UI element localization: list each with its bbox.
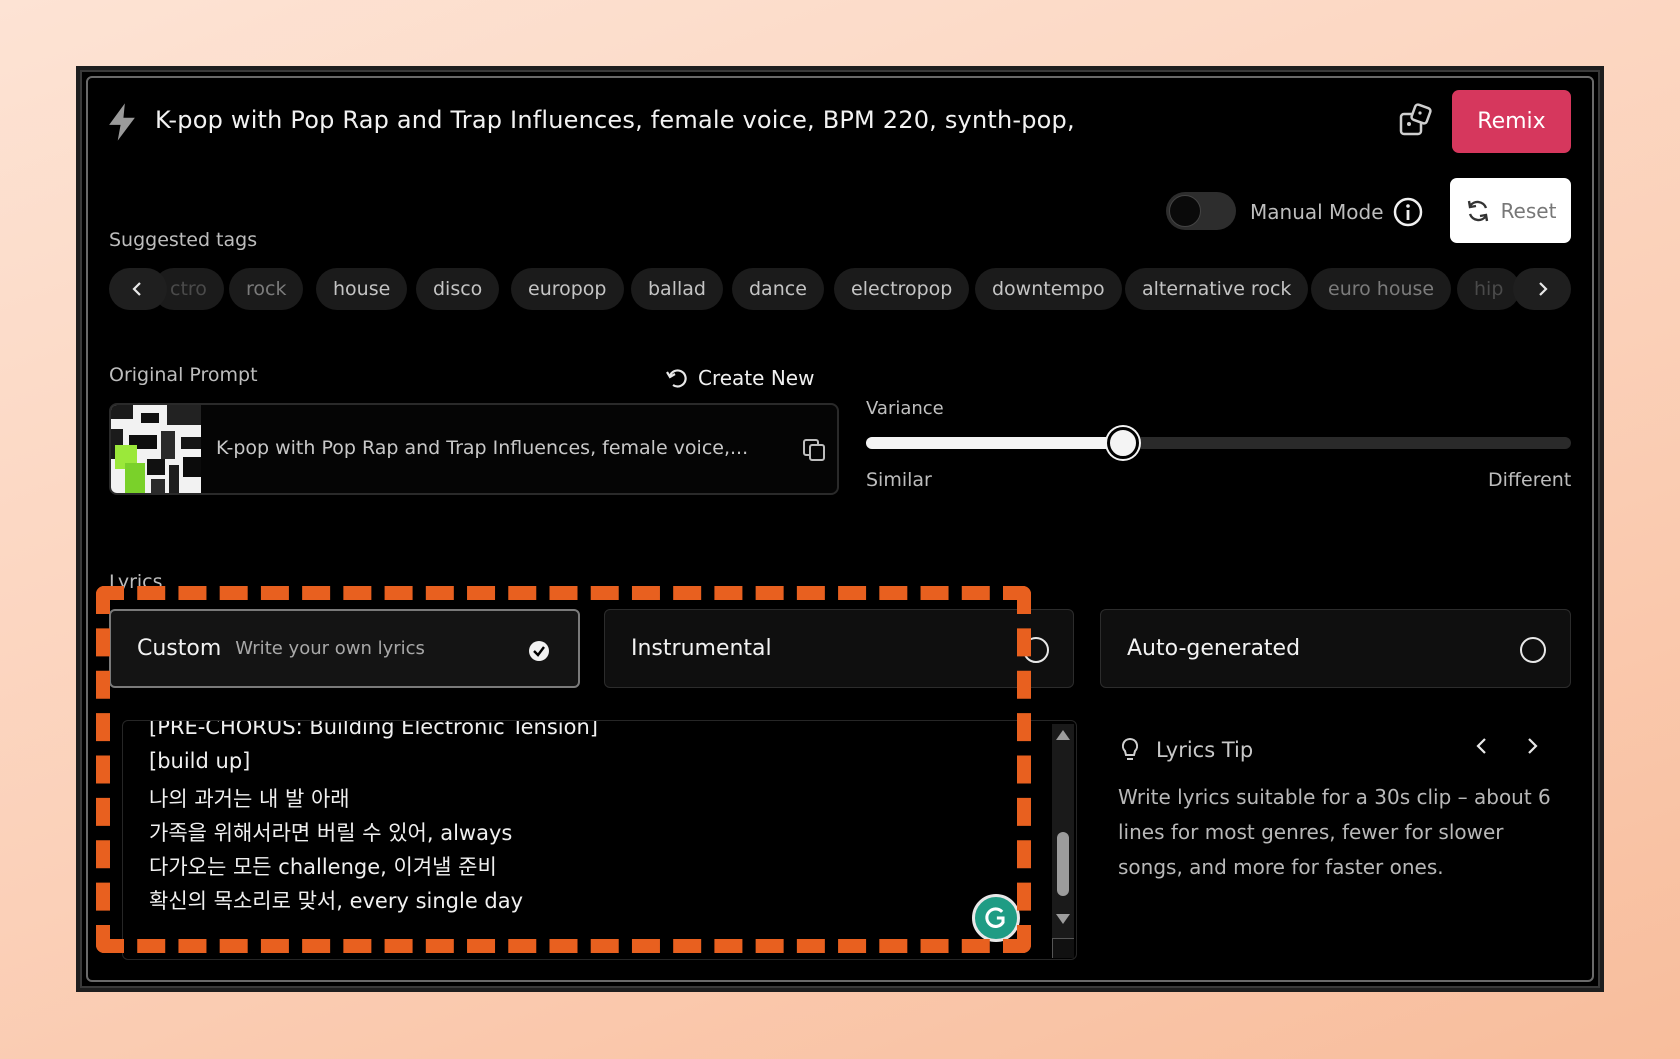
scroll-thumb[interactable] [1057, 832, 1069, 896]
bolt-icon [109, 103, 135, 141]
manual-mode-toggle[interactable] [1166, 192, 1236, 230]
reset-label: Reset [1500, 198, 1557, 223]
scroll-up-arrow[interactable] [1056, 730, 1070, 740]
chevron-right-icon [1539, 282, 1548, 296]
check-circle-icon [529, 641, 549, 661]
cover-art-thumbnail [111, 405, 201, 493]
original-prompt-label: Original Prompt [109, 364, 258, 386]
undo-icon [666, 369, 687, 388]
lyrics-scrollbar[interactable] [1052, 724, 1074, 958]
info-icon[interactable] [1392, 196, 1424, 228]
tag-chip[interactable]: europop [511, 268, 624, 310]
tags-prev-button[interactable] [109, 268, 167, 310]
tag-chip[interactable]: euro house [1311, 268, 1452, 310]
grammarly-icon[interactable] [972, 894, 1020, 942]
lightbulb-icon [1121, 737, 1139, 760]
scroll-down-arrow[interactable] [1056, 914, 1070, 924]
create-new-button[interactable]: Create New [664, 366, 814, 390]
tag-chip[interactable]: ballad [631, 268, 723, 310]
tags-row: ctro rock house disco europop ballad dan… [109, 268, 1571, 310]
remix-button[interactable]: Remix [1452, 90, 1571, 153]
lyric-line: 가족을 위해서라면 버릴 수 있어, always [149, 821, 513, 845]
lyrics-label: Lyrics [109, 571, 163, 593]
tip-text: Write lyrics suitable for a 30s clip – a… [1118, 785, 1551, 879]
lyric-line: [build up] [149, 749, 251, 773]
chevron-left-icon[interactable] [1470, 734, 1494, 758]
chevron-left-icon [132, 282, 141, 296]
create-new-label: Create New [698, 366, 815, 390]
tag-chip[interactable]: hip [1457, 268, 1521, 310]
variance-max-label: Different [1488, 469, 1572, 491]
resize-handle[interactable] [1052, 938, 1074, 958]
lyrics-option-instrumental[interactable]: Instrumental [604, 609, 1074, 688]
tag-chip[interactable]: dance [732, 268, 824, 310]
option-subtitle: Write your own lyrics [235, 638, 425, 659]
radio-icon [1023, 637, 1049, 663]
refresh-icon [1467, 200, 1488, 221]
copy-icon[interactable] [801, 437, 827, 463]
tag-chip[interactable]: downtempo [975, 268, 1122, 310]
chevron-right-icon[interactable] [1520, 734, 1544, 758]
lyric-line: [PRE-CHORUS: Building Electronic Tension… [149, 720, 598, 739]
original-prompt-card[interactable]: K-pop with Pop Rap and Trap Influences, … [109, 403, 839, 495]
lyric-line: 나의 과거는 내 발 아래 [149, 787, 350, 811]
song-title: K-pop with Pop Rap and Trap Influences, … [155, 106, 1075, 134]
option-title: Instrumental [631, 636, 772, 661]
original-prompt-text: K-pop with Pop Rap and Trap Influences, … [216, 437, 749, 459]
lyric-line: 다가오는 모든 challenge, 이겨낼 준비 [149, 855, 497, 879]
radio-icon [1520, 637, 1546, 663]
variance-min-label: Similar [866, 469, 932, 491]
tip-title: Lyrics Tip [1156, 738, 1254, 762]
lyrics-option-auto-generated[interactable]: Auto-generated [1100, 609, 1571, 688]
lyrics-textarea[interactable]: [PRE-CHORUS: Building Electronic Tension… [122, 720, 1077, 960]
option-title: Auto-generated [1127, 636, 1301, 661]
slider-fill [866, 437, 1124, 449]
tags-next-button[interactable] [1513, 268, 1571, 310]
toggle-knob [1169, 195, 1201, 227]
tag-chip[interactable]: house [316, 268, 408, 310]
tag-chip[interactable]: alternative rock [1125, 268, 1309, 310]
tag-chip[interactable]: rock [229, 268, 304, 310]
variance-slider[interactable] [866, 427, 1571, 459]
lyrics-option-custom[interactable]: Custom Write your own lyrics [109, 609, 580, 688]
tag-chip[interactable]: disco [416, 268, 500, 310]
option-title: Custom [137, 636, 222, 661]
tag-chip[interactable]: electropop [834, 268, 970, 310]
variance-label: Variance [866, 398, 944, 419]
reset-button[interactable]: Reset [1450, 178, 1571, 243]
suggested-tags-label: Suggested tags [109, 229, 258, 251]
share-icon[interactable] [1398, 103, 1434, 139]
lyric-line: 확신의 목소리로 맞서, every single day [149, 889, 524, 913]
manual-mode-label: Manual Mode [1250, 200, 1384, 224]
